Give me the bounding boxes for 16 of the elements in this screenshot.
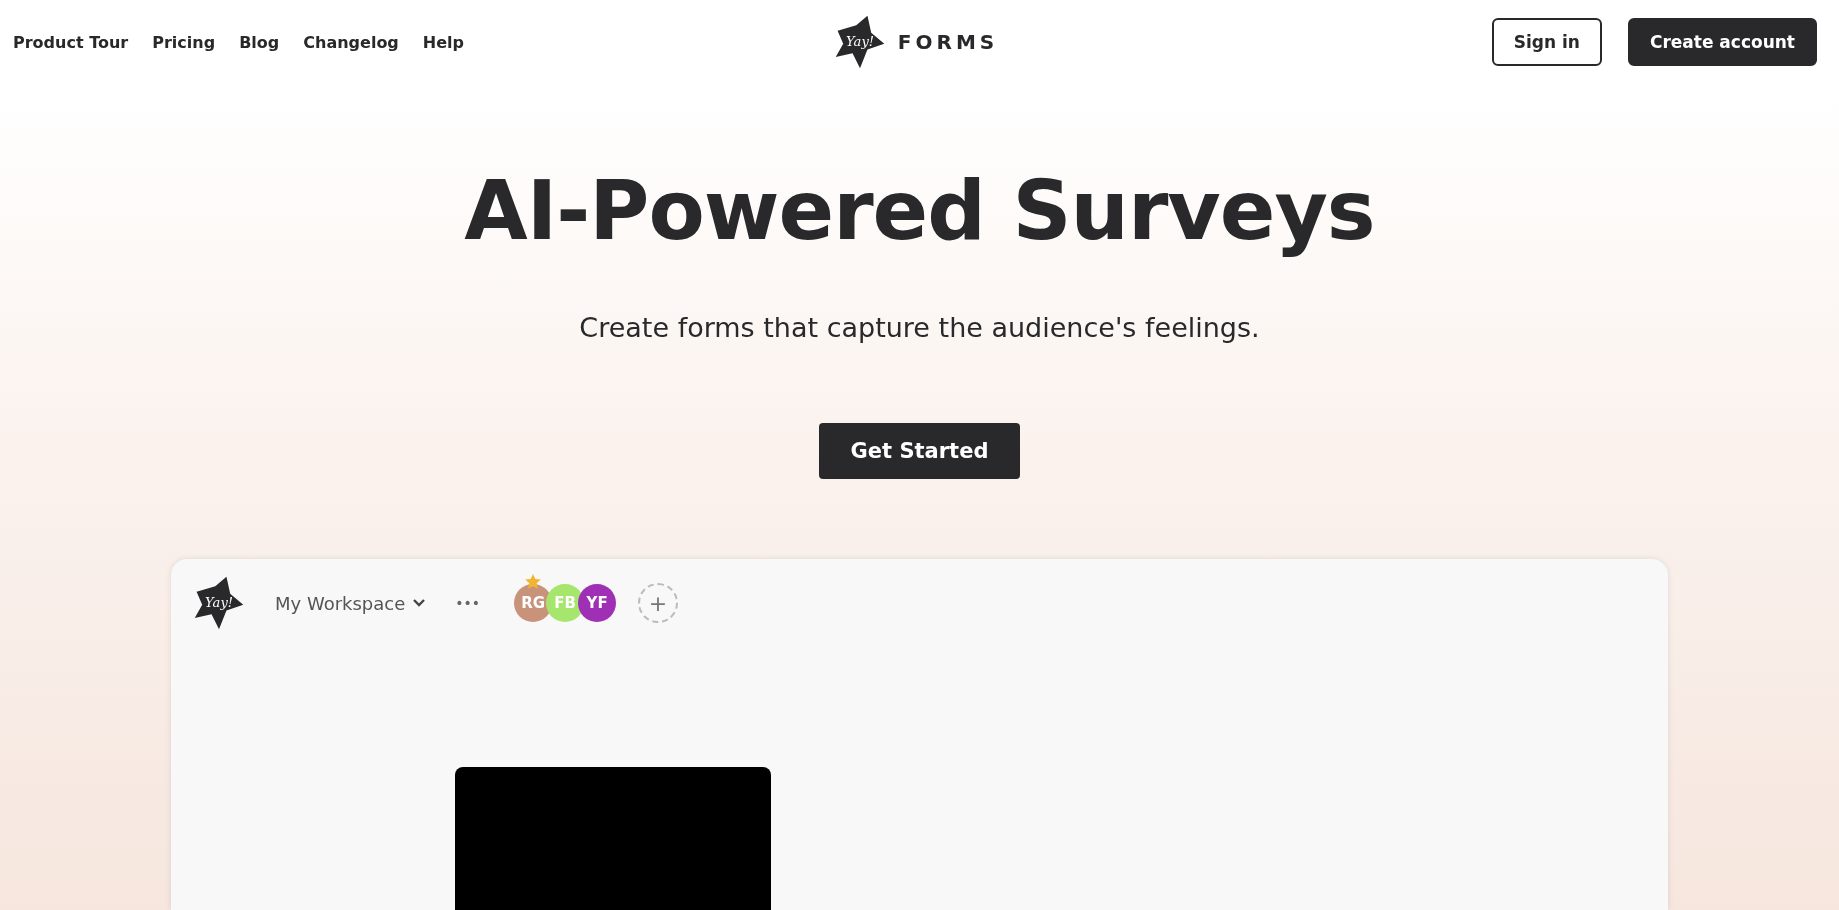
member-avatar[interactable]: YF bbox=[578, 584, 617, 623]
more-menu[interactable]: ••• bbox=[455, 595, 481, 612]
nav-link[interactable]: Changelog bbox=[303, 32, 399, 52]
create-account-button[interactable]: Create account bbox=[1627, 18, 1817, 66]
workspace-name[interactable]: My Workspace bbox=[275, 592, 406, 614]
get-started-button[interactable]: Get Started bbox=[818, 423, 1021, 480]
nav-link[interactable]: Help bbox=[422, 32, 464, 52]
hero-title: AI-Powered Surveys bbox=[464, 162, 1375, 260]
sign-in-button[interactable]: Sign in bbox=[1491, 18, 1602, 66]
logo-wordmark: FORMS bbox=[897, 30, 999, 54]
nav-link[interactable]: Blog bbox=[239, 32, 280, 52]
add-member-button[interactable]: + bbox=[638, 583, 679, 624]
chevron-down-icon[interactable] bbox=[413, 599, 426, 608]
hero-subtitle: Create forms that capture the audience's feelings. bbox=[579, 312, 1260, 344]
nav-link[interactable]: Product Tour bbox=[13, 32, 129, 52]
nav-link[interactable]: Pricing bbox=[152, 32, 216, 52]
